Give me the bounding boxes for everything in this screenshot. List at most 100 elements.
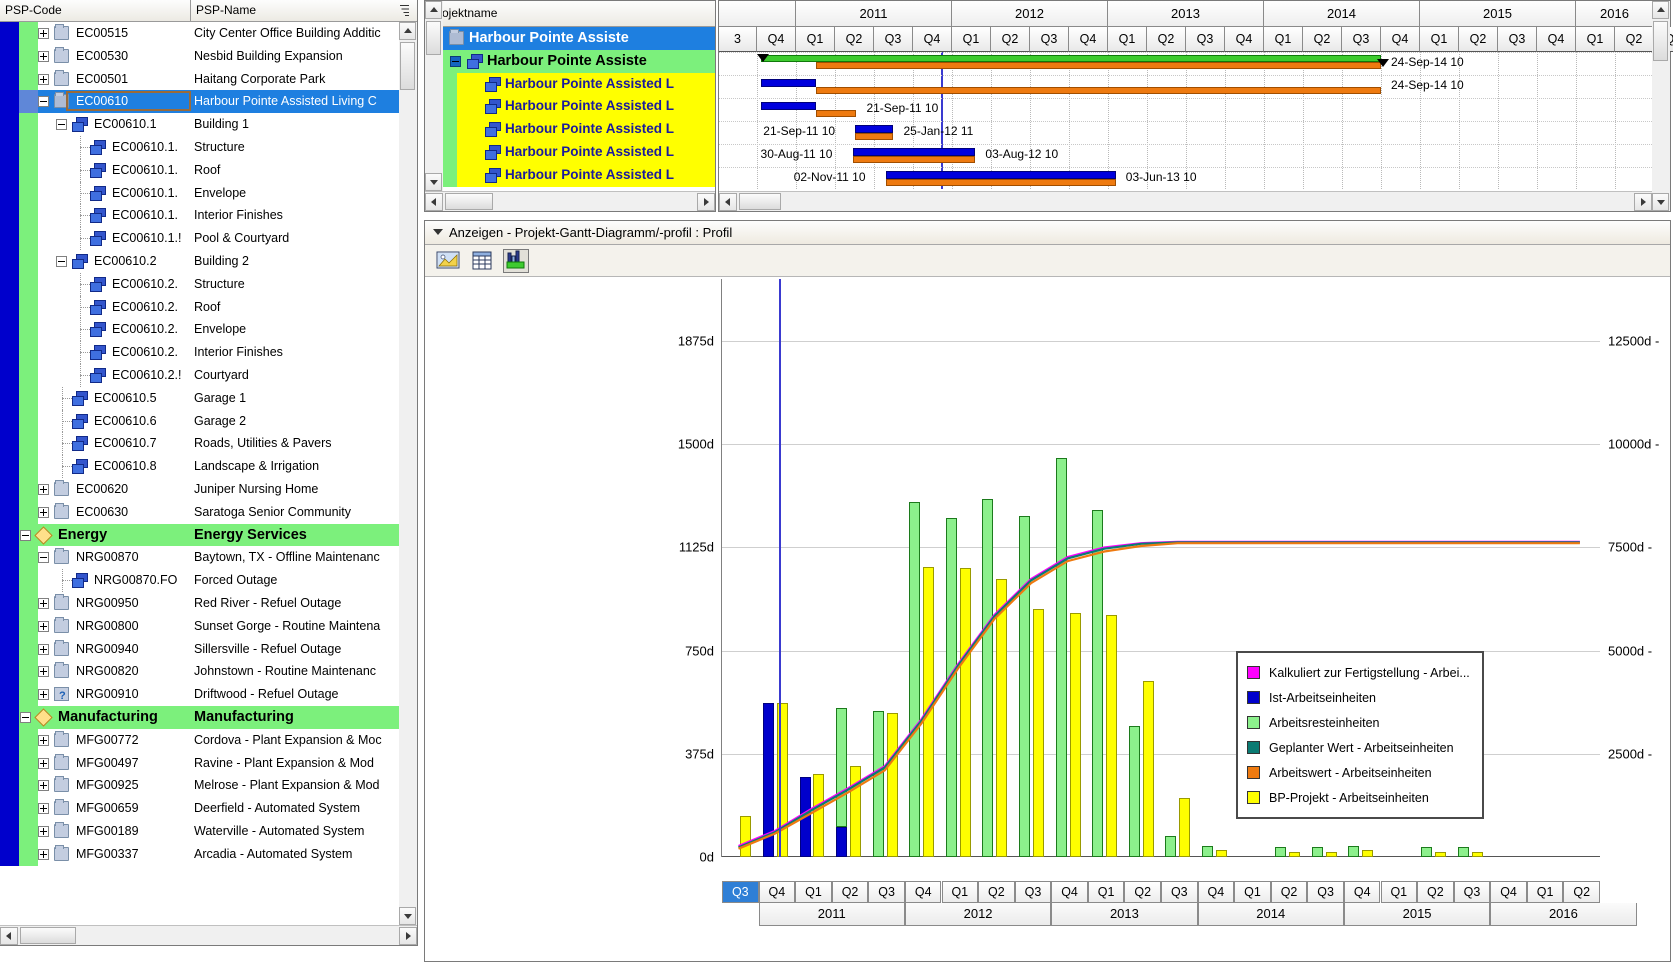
wbs-row[interactable]: EC00610.5 Garage 1 xyxy=(0,386,417,410)
wbs-row[interactable]: EC00610.1. Roof xyxy=(0,158,417,182)
collapse-icon[interactable] xyxy=(38,552,49,564)
project-row[interactable]: Harbour Pointe Assisted L xyxy=(425,95,715,119)
wbs-row[interactable]: EC00610.2. Structure xyxy=(0,272,417,296)
project-row[interactable]: Harbour Pointe Assiste xyxy=(425,27,715,50)
gantt-scroll-right[interactable] xyxy=(1634,192,1652,211)
wbs-row[interactable]: EC00610.6 Garage 2 xyxy=(0,409,417,433)
wbs-row[interactable]: MFG00772 Cordova - Plant Expansion & Moc xyxy=(0,728,417,752)
expand-icon[interactable] xyxy=(38,28,49,39)
chart-bar-remaining[interactable] xyxy=(1165,836,1177,857)
wbs-row[interactable]: NRG00940 Sillersville - Refuel Outage xyxy=(0,637,417,661)
chart-bar-baseline[interactable] xyxy=(740,815,752,857)
project-row[interactable]: Harbour Pointe Assisted L xyxy=(425,141,715,164)
expand-icon[interactable] xyxy=(38,73,49,85)
gantt-bar-summary[interactable] xyxy=(760,55,1381,62)
scroll-right-button[interactable] xyxy=(399,926,417,945)
wbs-row[interactable]: NRG00820 Johnstown - Routine Maintenanc xyxy=(0,660,417,684)
gantt-bar-actual-2[interactable] xyxy=(855,125,894,133)
chart-bar-baseline[interactable] xyxy=(1142,680,1154,857)
wbs-row[interactable]: EC00610 Harbour Pointe Assisted Living C xyxy=(0,90,417,114)
gantt-bar-baseline[interactable] xyxy=(816,62,1381,69)
wbs-row[interactable]: Energy Energy Services xyxy=(0,523,417,547)
legend-item[interactable]: Ist-Arbeitseinheiten xyxy=(1247,685,1470,710)
expand-icon[interactable] xyxy=(38,826,49,837)
gantt-bars-area[interactable]: 24-Sep-14 10 24-Sep-14 10 21-Sep-11 10 21-S… xyxy=(719,52,1652,189)
project-name-rows[interactable]: Harbour Pointe Assiste Harbour Pointe Ass… xyxy=(425,27,715,191)
scroll-up-button-2[interactable] xyxy=(425,1,442,19)
gantt-scrollbar-thumb-v[interactable] xyxy=(1653,21,1668,61)
wbs-row[interactable]: EC00630 Saratoga Senior Community xyxy=(0,500,417,524)
wbs-row[interactable]: EC00610.2. Envelope xyxy=(0,318,417,342)
chart-bar-actual[interactable] xyxy=(799,777,811,857)
gantt-bar-baseline[interactable] xyxy=(816,110,857,117)
gantt-bar-actual[interactable] xyxy=(760,79,817,87)
gantt-vertical-scrollbar[interactable] xyxy=(1652,1,1670,211)
legend-item[interactable]: BP-Projekt - Arbeitseinheiten xyxy=(1247,785,1470,810)
gantt-horizontal-scrollbar[interactable] xyxy=(719,191,1652,211)
expand-icon[interactable] xyxy=(38,598,49,609)
gantt-view-button[interactable] xyxy=(435,249,461,273)
chart-bar-remaining[interactable] xyxy=(1055,457,1067,857)
chart-bar-group[interactable] xyxy=(1201,279,1213,857)
wbs-vertical-scrollbar[interactable] xyxy=(399,22,417,925)
scroll-down-button-2[interactable] xyxy=(425,173,442,191)
wbs-row[interactable]: NRG00870 Baytown, TX - Offline Maintenanc xyxy=(0,546,417,570)
wbs-row[interactable]: MFG00189 Waterville - Automated System xyxy=(0,820,417,843)
legend-item[interactable]: Geplanter Wert - Arbeitseinheiten xyxy=(1247,735,1470,760)
chart-bar-group[interactable] xyxy=(945,279,957,857)
collapse-icon[interactable] xyxy=(38,96,49,108)
gantt-scroll-down[interactable] xyxy=(1652,193,1669,211)
chart-bar-baseline[interactable] xyxy=(1215,850,1227,857)
wbs-row[interactable]: EC00515 City Center Office Building Addit… xyxy=(0,22,417,45)
chart-bar-remaining[interactable] xyxy=(1458,847,1470,857)
expand-icon[interactable] xyxy=(38,734,49,746)
wbs-row[interactable]: EC00610.1. Structure xyxy=(0,136,417,159)
scroll-down-button[interactable] xyxy=(399,907,416,925)
chart-bar-remaining[interactable] xyxy=(1348,846,1360,857)
chart-bar-group[interactable] xyxy=(1019,279,1031,857)
wbs-row[interactable]: EC00610.2. Interior Finishes xyxy=(0,341,417,364)
expand-icon[interactable] xyxy=(38,484,49,495)
wbs-row[interactable]: EC00610.2.! Courtyard xyxy=(0,364,417,387)
chart-bar-baseline[interactable] xyxy=(850,766,861,857)
chart-bar-baseline[interactable] xyxy=(1362,850,1374,857)
chart-bar-remaining[interactable] xyxy=(1092,510,1104,857)
wbs-row[interactable]: NRG00950 Red River - Refuel Outage xyxy=(0,592,417,615)
collapse-icon[interactable] xyxy=(20,529,31,541)
chart-bar-baseline[interactable] xyxy=(1179,797,1191,857)
wbs-row[interactable]: EC00501 Haitang Corporate Park xyxy=(0,67,417,91)
chart-bar-group[interactable] xyxy=(1165,279,1177,857)
scrollbar-thumb-v[interactable] xyxy=(400,42,415,90)
legend-item[interactable]: Arbeitsresteinheiten xyxy=(1247,710,1470,735)
chart-bar-remaining[interactable] xyxy=(1421,847,1433,857)
wbs-row[interactable]: EC00620 Juniper Nursing Home xyxy=(0,478,417,501)
gantt-bar-baseline[interactable] xyxy=(885,179,1116,186)
chart-bar-group[interactable] xyxy=(1055,279,1067,857)
wbs-row[interactable]: Manufacturing Manufacturing xyxy=(0,706,417,729)
expand-icon[interactable] xyxy=(38,780,49,792)
wbs-row[interactable]: MFG00337 Arcadia - Automated System xyxy=(0,842,417,866)
project-row[interactable]: Harbour Pointe Assisted L xyxy=(425,72,715,96)
expand-icon[interactable] xyxy=(38,506,49,518)
chart-bar-group[interactable] xyxy=(836,279,848,857)
sort-icon[interactable] xyxy=(400,4,411,16)
gantt-bar-baseline[interactable] xyxy=(816,87,1381,94)
gantt-bar-actual-2[interactable] xyxy=(852,148,976,156)
projname-horizontal-scrollbar[interactable] xyxy=(425,191,715,211)
wbs-row[interactable]: EC00530 Nesbid Building Expansion xyxy=(0,44,417,68)
chart-bar-actual[interactable] xyxy=(762,702,774,857)
scroll-left-button-2[interactable] xyxy=(425,192,443,211)
wbs-row[interactable]: MFG00925 Melrose - Plant Expansion & Mod xyxy=(0,774,417,798)
wbs-row[interactable]: EC00610.2. Roof xyxy=(0,295,417,319)
column-header-psp-name[interactable]: PSP-Name xyxy=(196,0,256,21)
chart-bar-group[interactable] xyxy=(1128,279,1140,857)
chart-bar-group[interactable] xyxy=(872,279,884,857)
expand-icon[interactable] xyxy=(38,643,49,655)
project-row[interactable]: Harbour Pointe Assiste xyxy=(425,49,715,73)
wbs-row[interactable]: NRG00870.FO Forced Outage xyxy=(0,569,417,592)
scrollbar-thumb-2[interactable] xyxy=(445,193,493,210)
chart-bar-remaining[interactable] xyxy=(909,501,921,857)
wbs-tree-rows[interactable]: EC00515 City Center Office Building Addit… xyxy=(0,22,417,925)
wbs-row[interactable]: EC00610.2 Building 2 xyxy=(0,250,417,273)
chart-bar-group[interactable] xyxy=(909,279,921,857)
